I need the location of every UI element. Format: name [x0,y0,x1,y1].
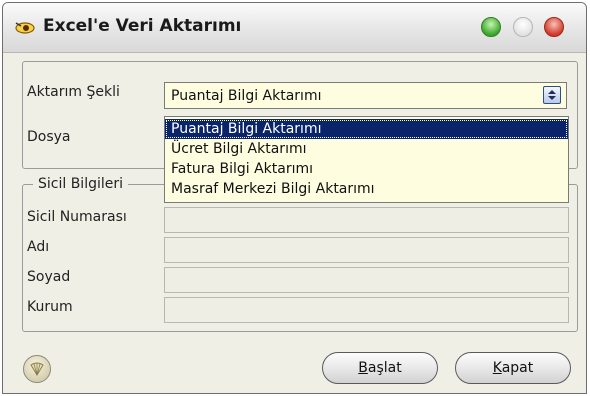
transfer-type-dropdown[interactable]: Puantaj Bilgi Aktarımı Ücret Bilgi Aktar… [164,116,569,203]
transfer-type-value: Puantaj Bilgi Aktarımı [171,88,322,104]
option-ucret[interactable]: Ücret Bilgi Aktarımı [165,139,568,159]
file-label: Dosya [27,129,71,145]
shell-icon [30,362,44,376]
transfer-type-label: Aktarım Şekli [27,84,120,100]
institution-field[interactable] [164,297,569,323]
excel-export-window: Excel'e Veri Aktarımı Aktarım Şekli Puan… [2,2,587,394]
surname-field[interactable] [164,267,569,293]
maximize-button[interactable] [513,17,533,37]
transfer-type-select[interactable]: Puantaj Bilgi Aktarımı [164,82,567,109]
option-masraf-merkezi[interactable]: Masraf Merkezi Bilgi Aktarımı [165,179,568,199]
option-fatura[interactable]: Fatura Bilgi Aktarımı [165,159,568,179]
close-window-button[interactable] [544,17,564,37]
first-name-label: Adı [27,239,50,255]
surname-label: Soyad [27,269,71,285]
start-button[interactable]: Başlat [322,352,438,384]
registry-number-field[interactable] [164,207,569,233]
updown-arrow-icon[interactable] [543,86,561,104]
institution-label: Kurum [27,299,73,315]
close-button[interactable]: Kapat [455,352,571,384]
eye-icon [15,22,35,34]
first-name-field[interactable] [164,237,569,263]
title-bar[interactable]: Excel'e Veri Aktarımı [3,3,586,53]
option-puantaj[interactable]: Puantaj Bilgi Aktarımı [165,119,568,139]
help-button[interactable] [23,355,51,383]
registry-number-label: Sicil Numarası [27,209,127,225]
minimize-button[interactable] [481,17,501,37]
window-title: Excel'e Veri Aktarımı [43,16,242,36]
registry-group-title: Sicil Bilgileri [33,176,129,192]
